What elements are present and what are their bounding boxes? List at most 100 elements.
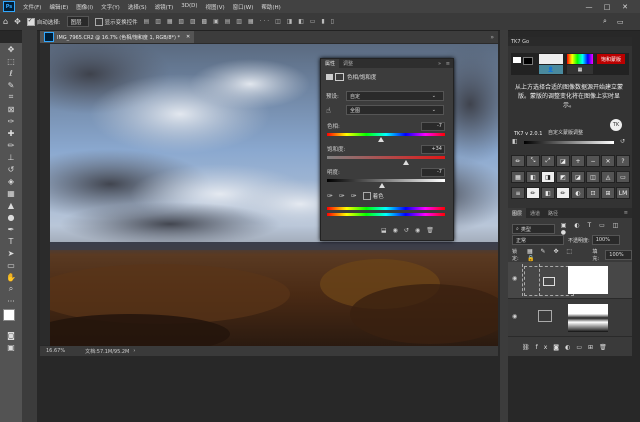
workspace-icon[interactable]: ▭ — [614, 16, 627, 27]
tk7-button-r2-c0[interactable]: ≡ — [511, 187, 525, 199]
tab-tk7[interactable]: TK7 Go — [511, 39, 529, 45]
move-tool-icon[interactable]: ✥ — [11, 16, 24, 27]
panel-menu-icon[interactable]: ≡ — [446, 61, 450, 67]
hand-tool-icon[interactable]: ✋ — [3, 271, 19, 283]
more-tools-icon[interactable]: ··· — [3, 295, 19, 307]
colorize-checkbox[interactable] — [362, 192, 371, 200]
lasso-tool-icon[interactable]: ℓ — [3, 67, 19, 79]
foreground-color-swatch[interactable] — [3, 309, 15, 321]
panel-collapse-icon[interactable]: » — [438, 61, 441, 67]
trash-icon[interactable]: 🗑 — [599, 344, 613, 351]
white-swatch[interactable] — [513, 57, 521, 63]
adjustment-layer-icon[interactable]: ◐ — [565, 344, 576, 351]
delete-adjustment-icon[interactable]: 🗑 — [426, 227, 434, 234]
zone-icon[interactable]: ▦ — [567, 65, 593, 74]
minimize-button[interactable]: — — [582, 0, 596, 13]
hue-slider-thumb[interactable] — [378, 137, 385, 142]
tk7-button-r2-c6[interactable]: ⊞ — [601, 187, 615, 199]
tk7-button-r0-c4[interactable]: + — [571, 155, 585, 167]
menu-item-2[interactable]: 图像(I) — [72, 3, 97, 11]
quick-select-tool-icon[interactable]: ✎ — [3, 79, 19, 91]
close-document-icon[interactable]: ✕ — [186, 34, 190, 40]
auto-select-dropdown[interactable]: 图层 — [64, 16, 92, 27]
tk7-button-r0-c2[interactable]: ⤢ — [541, 155, 555, 167]
tk7-button-r0-c1[interactable]: ⤡ — [526, 155, 540, 167]
document-tab[interactable]: IMG_7965.CR2 @ 16.7% (色相/饱和度 1, RGB/8*) … — [40, 31, 195, 43]
path-select-icon[interactable]: ➤ — [3, 247, 19, 259]
close-button[interactable]: ✕ — [618, 0, 632, 13]
zoom-tool-icon[interactable]: ⌕ — [3, 283, 19, 295]
shape-tool-icon[interactable]: ▭ — [3, 259, 19, 271]
tk7-left-icon[interactable]: ◧ — [512, 138, 518, 145]
eyedropper-tool-icon[interactable]: ✑ — [3, 115, 19, 127]
eraser-tool-icon[interactable]: ◈ — [3, 175, 19, 187]
tk7-button-r2-c3[interactable]: ✏ — [556, 187, 570, 199]
folder-icon[interactable]: ▭ — [576, 344, 588, 351]
saturation-source-button[interactable]: 饱和蒙版 — [597, 54, 625, 64]
link-layers-icon[interactable]: ⛓ — [522, 344, 536, 351]
fx-icon[interactable]: fx — [536, 344, 554, 351]
pen-tool-icon[interactable]: ✒ — [3, 223, 19, 235]
eyedropper-plus-icon[interactable]: ✑ — [339, 192, 345, 200]
panel-menu-icon[interactable]: ≡ — [624, 210, 628, 216]
tab-paths[interactable]: 路径 — [544, 210, 562, 217]
auto-select-checkbox[interactable]: 自动选择: — [24, 16, 64, 27]
lightness-slider-thumb[interactable] — [379, 183, 386, 188]
blur-tool-icon[interactable]: ▲ — [3, 199, 19, 211]
new-layer-icon[interactable]: ⊞ — [588, 344, 599, 351]
channel-dropdown[interactable]: 全图 ⌄ — [346, 105, 444, 115]
lightness-value[interactable]: -7 — [421, 168, 445, 177]
menu-item-9[interactable]: 帮助(H) — [257, 3, 284, 11]
menu-item-0[interactable]: 文件(F) — [19, 3, 45, 11]
tk7-range-slider[interactable] — [524, 141, 614, 144]
layer-thumbnail[interactable] — [568, 304, 608, 332]
menu-item-5[interactable]: 滤镜(T) — [151, 3, 178, 11]
clip-to-layer-icon[interactable]: ⬓ — [381, 227, 387, 234]
status-arrow-icon[interactable]: › — [133, 348, 135, 354]
lock-icons[interactable]: ▦ ✎ ✥ ⬚ 🔒 — [527, 248, 586, 262]
tab-channels[interactable]: 通道 — [526, 210, 544, 217]
menu-item-1[interactable]: 编辑(E) — [45, 3, 72, 11]
tk7-button-r0-c7[interactable]: ? — [616, 155, 630, 167]
healing-brush-icon[interactable]: ✚ — [3, 127, 19, 139]
tk7-button-r0-c5[interactable]: − — [586, 155, 600, 167]
hue-value[interactable]: -7 — [421, 122, 445, 131]
tab-properties[interactable]: 属性 — [321, 59, 340, 68]
tk7-button-r0-c6[interactable]: ✕ — [601, 155, 615, 167]
show-transform-checkbox[interactable]: 显示变换控件 — [92, 16, 141, 27]
crop-tool-icon[interactable]: ⌗ — [3, 91, 19, 103]
tk7-button-r1-c2[interactable]: ◨ — [541, 171, 555, 183]
search-icon[interactable]: ⌕ — [600, 16, 610, 27]
eyedropper-icon[interactable]: ✑ — [327, 192, 333, 200]
target-adjust-hand-icon[interactable]: ☝ — [326, 106, 346, 115]
panel-collapse-icon[interactable]: » — [490, 34, 494, 41]
saturation-slider-track[interactable] — [327, 156, 445, 159]
menu-item-4[interactable]: 选择(S) — [124, 3, 151, 11]
frame-tool-icon[interactable]: ⊠ — [3, 103, 19, 115]
tk7-button-r2-c5[interactable]: ⊡ — [586, 187, 600, 199]
tk7-button-r1-c6[interactable]: ◬ — [601, 171, 615, 183]
saturation-value[interactable]: +34 — [421, 145, 445, 154]
tk7-button-r0-c3[interactable]: ◪ — [556, 155, 570, 167]
mask-icon[interactable] — [335, 73, 344, 81]
marquee-tool-icon[interactable]: ⬚ — [3, 55, 19, 67]
adjustment-thumbnail[interactable] — [524, 266, 574, 296]
opacity-input[interactable]: 100% — [591, 235, 620, 245]
document-info[interactable]: 文档:57.1M/95.2M — [85, 348, 129, 355]
dodge-tool-icon[interactable]: ● — [3, 211, 19, 223]
tk7-button-r2-c2[interactable]: ◧ — [541, 187, 555, 199]
menu-item-7[interactable]: 视图(V) — [202, 3, 229, 11]
tk7-button-r2-c1[interactable]: ✏ — [526, 187, 540, 199]
tk7-button-r2-c7[interactable]: LM — [616, 187, 630, 199]
lightness-slider-track[interactable] — [327, 179, 445, 182]
layer-filter-icons[interactable]: ▣ ◐ T ▭ ◫ ● — [561, 222, 632, 236]
color-source-button[interactable] — [567, 54, 593, 64]
visibility-eye-icon[interactable]: ◉ — [512, 313, 517, 320]
layer-row-adjustment[interactable]: ◉ — [508, 262, 632, 299]
maximize-button[interactable]: □ — [600, 0, 614, 13]
tk7-logo-icon[interactable]: TK — [610, 119, 622, 131]
luminosity-source-button[interactable] — [539, 54, 563, 64]
brush-tool-icon[interactable]: ✏ — [3, 139, 19, 151]
layer-row-background[interactable]: ◉ — [508, 300, 632, 337]
saturation-slider-thumb[interactable] — [403, 160, 410, 165]
